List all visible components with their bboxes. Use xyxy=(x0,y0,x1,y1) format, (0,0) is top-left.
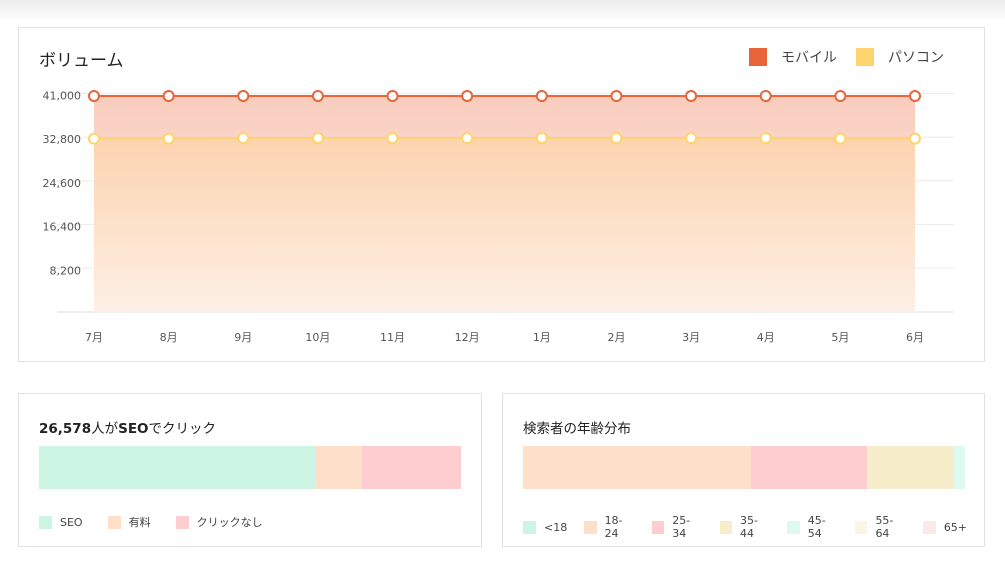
age-legend-swatch xyxy=(855,520,868,534)
point-mobile[interactable] xyxy=(88,90,100,102)
seo-legend-item: SEO xyxy=(39,515,83,529)
seo-title-part1: 人が xyxy=(91,421,119,437)
point-mobile[interactable] xyxy=(162,90,175,102)
seo-title-bold: SEO xyxy=(118,421,149,437)
seo-legend-swatch xyxy=(175,515,189,529)
seo-legend-label: クリックなし xyxy=(196,516,263,529)
seo-click-count: 26,578 xyxy=(39,421,92,437)
age-legend-item: 35-44 xyxy=(719,514,771,540)
age-segment-3[interactable] xyxy=(867,446,955,489)
age-title: 検索者の年齢分布 xyxy=(523,421,631,437)
point-pc[interactable] xyxy=(386,132,399,145)
seo-legend-item: クリックなし xyxy=(175,514,263,530)
volume-chart: 8,200 16,400 24,600 32,800 41,000 7月 8月 9月 10月 1… xyxy=(43,89,954,344)
point-pc[interactable] xyxy=(759,132,772,145)
x-tick-label: 6月 xyxy=(906,331,924,344)
point-mobile[interactable] xyxy=(535,90,548,102)
age-segment-4[interactable] xyxy=(954,446,965,489)
seo-legend-swatch xyxy=(107,515,121,529)
top-shade xyxy=(0,0,1005,22)
x-tick-label: 7月 xyxy=(85,331,103,344)
y-tick-label: 16,400 xyxy=(43,221,82,234)
seo-title: 26,578人がSEOでクリック xyxy=(39,417,216,437)
x-tick-label: 3月 xyxy=(682,331,700,344)
age-legend-item: 18-24 xyxy=(584,514,635,540)
x-tick-label: 2月 xyxy=(607,331,625,344)
point-pc[interactable] xyxy=(311,132,324,145)
age-legend-label: 45-54 xyxy=(807,514,826,540)
seo-stacked-bar xyxy=(39,446,461,489)
seo-card: 26,578人がSEOでクリック SEO 有料 クリックなし xyxy=(18,393,482,547)
point-pc[interactable] xyxy=(834,132,847,145)
point-mobile[interactable] xyxy=(909,90,921,102)
point-mobile[interactable] xyxy=(685,90,698,102)
age-legend-label: 65+ xyxy=(943,520,968,534)
seo-title-part2: でクリック xyxy=(148,421,217,437)
age-stacked-bar xyxy=(523,446,965,489)
age-legend-label: 55-64 xyxy=(875,514,894,540)
y-tick-label: 8,200 xyxy=(50,264,82,277)
age-legend: <18 18-24 25-34 35-44 45-54 55-64 65+ xyxy=(523,514,984,540)
point-mobile[interactable] xyxy=(386,90,399,102)
seo-legend-label: SEO xyxy=(60,515,83,529)
line-pc xyxy=(94,137,915,140)
x-tick-label: 12月 xyxy=(455,331,480,344)
point-mobile[interactable] xyxy=(237,90,250,102)
x-tick-label: 10月 xyxy=(305,331,330,344)
seo-legend-item: 有料 xyxy=(107,514,151,530)
age-legend-item: 45-54 xyxy=(787,514,838,540)
age-card: 検索者の年齢分布 <18 18-24 25-34 35-44 45-54 55-64 65+ xyxy=(502,393,985,547)
point-pc[interactable] xyxy=(909,132,921,145)
age-legend-label: 25-34 xyxy=(672,514,691,540)
seo-segment-0[interactable] xyxy=(39,446,317,489)
point-pc[interactable] xyxy=(237,132,250,145)
point-pc[interactable] xyxy=(461,132,474,145)
y-tick-label: 41,000 xyxy=(43,89,82,102)
age-legend-label: 18-24 xyxy=(604,514,623,540)
point-pc[interactable] xyxy=(88,132,100,145)
volume-card: ボリューム モバイル パソコン 8,200 16,400 24,600 32,800 4… xyxy=(18,27,985,362)
age-legend-item: <18 xyxy=(523,520,568,534)
age-legend-swatch xyxy=(922,520,936,534)
area-pc xyxy=(94,138,915,312)
seo-legend-label: 有料 xyxy=(128,516,151,529)
age-legend-swatch xyxy=(584,520,597,534)
y-tick-label: 24,600 xyxy=(43,177,82,190)
y-tick-label: 32,800 xyxy=(43,133,82,146)
age-segment-2[interactable] xyxy=(750,446,868,489)
x-tick-label: 5月 xyxy=(831,331,849,344)
age-legend-swatch xyxy=(719,520,732,534)
seo-segment-2[interactable] xyxy=(362,446,461,489)
point-pc[interactable] xyxy=(685,132,698,145)
seo-legend-swatch xyxy=(39,515,52,529)
age-legend-item: 55-64 xyxy=(855,514,906,540)
point-mobile[interactable] xyxy=(610,90,623,102)
seo-segment-1[interactable] xyxy=(316,446,363,489)
age-segment-1[interactable] xyxy=(523,446,751,489)
age-legend-swatch xyxy=(523,520,536,534)
x-tick-label: 11月 xyxy=(380,331,405,344)
point-mobile[interactable] xyxy=(311,90,324,102)
age-legend-item: 25-34 xyxy=(651,514,703,540)
point-pc[interactable] xyxy=(162,132,175,145)
seo-legend: SEO 有料 クリックなし xyxy=(39,514,288,530)
age-legend-swatch xyxy=(651,520,665,534)
x-tick-label: 1月 xyxy=(533,331,551,344)
age-legend-label: 35-44 xyxy=(740,514,758,540)
x-tick-label: 8月 xyxy=(160,331,178,344)
point-pc[interactable] xyxy=(535,132,548,145)
x-tick-label: 9月 xyxy=(234,331,252,344)
point-mobile[interactable] xyxy=(461,90,474,102)
age-legend-label: <18 xyxy=(544,520,568,534)
x-tick-label: 4月 xyxy=(757,331,775,344)
age-legend-swatch xyxy=(787,520,800,534)
age-legend-item: 65+ xyxy=(922,520,968,534)
point-mobile[interactable] xyxy=(759,90,772,102)
point-mobile[interactable] xyxy=(834,90,847,102)
point-pc[interactable] xyxy=(610,132,623,145)
